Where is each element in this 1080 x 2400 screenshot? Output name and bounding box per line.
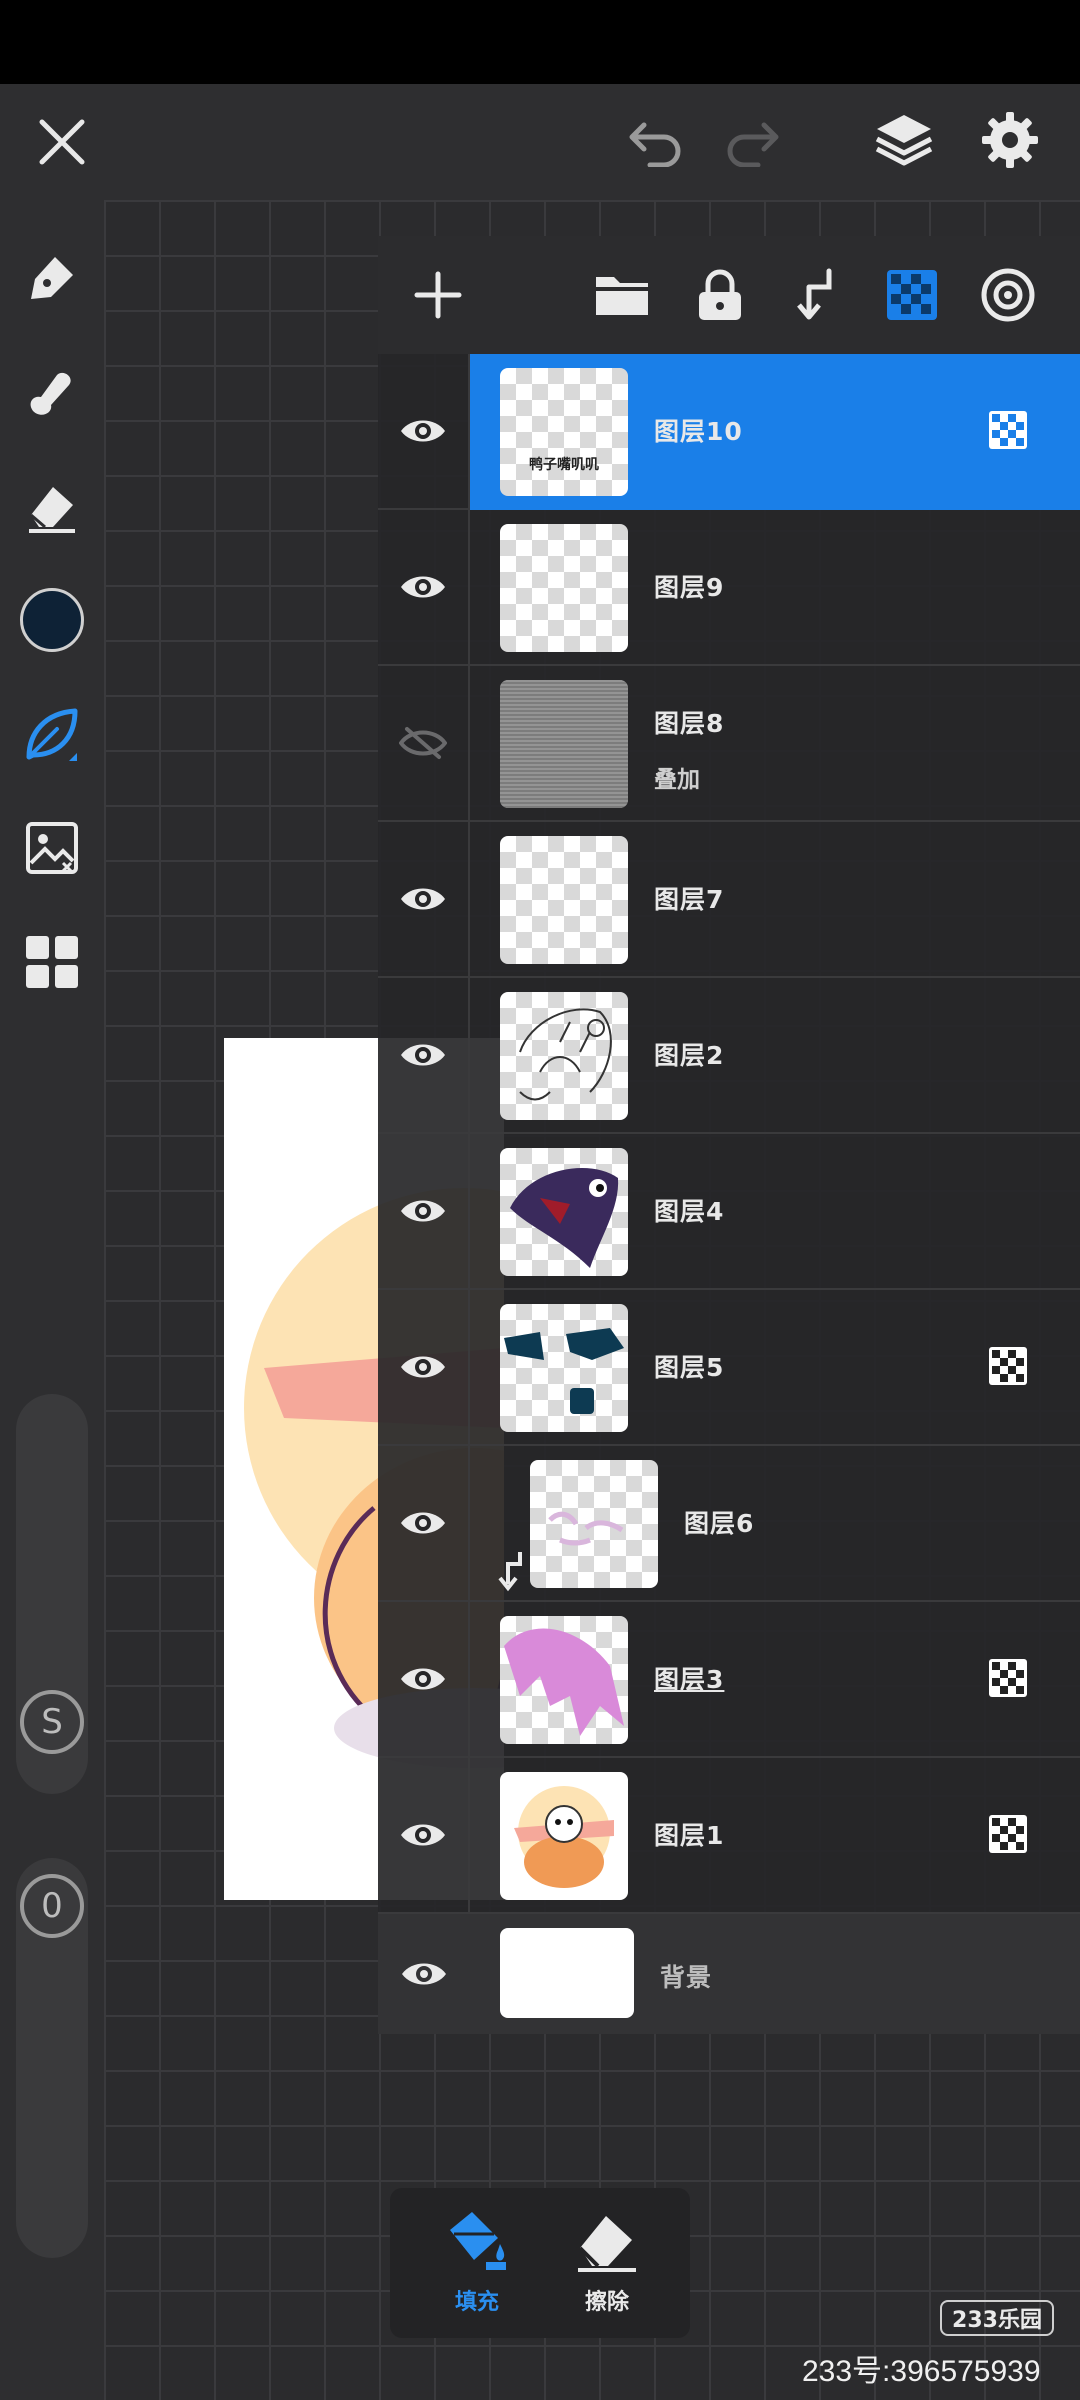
eraser-icon[interactable] — [12, 466, 92, 546]
layer-name: 图层9 — [654, 573, 725, 602]
layer-thumbnail: 鸭子嘴叽叽 — [500, 368, 628, 496]
layer-thumbnail — [530, 1460, 658, 1588]
visibility-toggle[interactable] — [378, 1914, 470, 2034]
layers-icon[interactable] — [864, 100, 944, 180]
status-bar — [0, 0, 1080, 84]
layer-thumbnail — [500, 992, 628, 1120]
layer-thumbnail — [500, 1772, 628, 1900]
alpha-lock-icon[interactable] — [872, 255, 952, 335]
eye-icon — [401, 1356, 445, 1378]
eye-icon — [401, 888, 445, 910]
erase-label: 擦除 — [584, 2290, 629, 2315]
fill-tool[interactable]: 填充 — [412, 2204, 542, 2324]
layer-name: 背景 — [660, 1963, 713, 1992]
alpha-lock-icon[interactable] — [988, 1814, 1028, 1854]
mask-icon[interactable] — [968, 255, 1048, 335]
smudge-icon[interactable] — [12, 352, 92, 432]
layer-name: 图层5 — [654, 1353, 725, 1382]
grid-menu-icon[interactable] — [12, 922, 92, 1002]
visibility-toggle[interactable] — [378, 1290, 470, 1444]
visibility-toggle[interactable] — [378, 510, 470, 664]
layer-name: 图层4 — [654, 1197, 725, 1226]
layers-panel: 鸭子嘴叽叽 图层10 图层9 图层8 叠加 图层7 图层2 图层4 图层5 图层… — [378, 236, 1080, 2034]
layer-row[interactable]: 鸭子嘴叽叽 图层10 — [378, 354, 1080, 510]
layer-row[interactable]: 图层3 — [378, 1602, 1080, 1758]
brush-size-slider[interactable]: S — [16, 1394, 88, 1794]
layer-name: 图层3 — [654, 1665, 725, 1694]
layer-row[interactable]: 图层5 — [378, 1290, 1080, 1446]
blend-mode-label: 叠加 — [654, 767, 700, 793]
alpha-lock-icon[interactable] — [988, 1658, 1028, 1698]
redo-icon[interactable] — [712, 102, 792, 182]
color-swatch[interactable] — [12, 580, 92, 660]
watermark-id: 233号:396575939 — [802, 2355, 1041, 2388]
eye-icon — [401, 1668, 445, 1690]
background-thumbnail — [500, 1928, 634, 2018]
layer-name: 图层8 — [654, 709, 725, 738]
layers-toolbar — [378, 236, 1080, 354]
eye-icon — [401, 420, 445, 442]
layer-name: 图层7 — [654, 885, 725, 914]
visibility-toggle[interactable] — [378, 1758, 470, 1912]
visibility-toggle[interactable] — [378, 978, 470, 1132]
layer-thumbnail — [500, 1148, 628, 1276]
visibility-toggle[interactable] — [378, 1602, 470, 1756]
layer-thumbnail — [500, 680, 628, 808]
opacity-knob[interactable]: 0 — [20, 1874, 84, 1938]
visibility-toggle[interactable] — [378, 822, 470, 976]
bottom-tool-bar: 填充 擦除 — [390, 2188, 690, 2338]
layer-row[interactable]: 图层2 — [378, 978, 1080, 1134]
layer-row[interactable]: 图层6 — [378, 1446, 1080, 1602]
clip-arrow-icon — [496, 1550, 524, 1596]
layer-row[interactable]: 图层1 — [378, 1758, 1080, 1914]
eraser-icon — [578, 2216, 636, 2272]
image-import-icon[interactable] — [12, 808, 92, 888]
visibility-toggle[interactable] — [378, 1134, 470, 1288]
eye-icon — [402, 1963, 446, 1985]
paint-bucket-icon — [450, 2212, 506, 2270]
eye-icon — [401, 576, 445, 598]
eye-icon — [401, 1512, 445, 1534]
visibility-toggle[interactable] — [378, 354, 470, 508]
brush-size-knob[interactable]: S — [20, 1690, 84, 1754]
top-toolbar — [0, 84, 1080, 200]
layer-thumbnail — [500, 524, 628, 652]
watermark-logo: 233乐园 — [940, 2300, 1054, 2336]
app: S 0 鸭子嘴叽叽 图层10 图层9 图层8 叠加 图层7 图层2 图层4 图层… — [0, 0, 1080, 2400]
visibility-toggle[interactable] — [378, 666, 470, 820]
close-icon[interactable] — [22, 102, 102, 182]
alpha-lock-icon[interactable] — [988, 1346, 1028, 1386]
eye-icon — [401, 1044, 445, 1066]
layer-row[interactable]: 图层4 — [378, 1134, 1080, 1290]
folder-icon[interactable] — [582, 255, 662, 335]
layer-name: 图层6 — [684, 1509, 755, 1538]
layer-thumbnail — [500, 1304, 628, 1432]
opacity-slider[interactable]: 0 — [16, 1858, 88, 2258]
layer-thumbnail — [500, 836, 628, 964]
gear-icon[interactable] — [970, 100, 1050, 180]
layer-thumbnail — [500, 1616, 628, 1744]
visibility-toggle[interactable] — [378, 1446, 470, 1600]
layer-row-background[interactable]: 背景 — [378, 1914, 1080, 2034]
layer-name: 图层10 — [654, 417, 743, 446]
layer-name: 图层2 — [654, 1041, 725, 1070]
layer-row[interactable]: 图层8 叠加 — [378, 666, 1080, 822]
pen-icon[interactable] — [12, 238, 92, 318]
eye-hidden-icon — [399, 727, 447, 759]
alpha-lock-icon[interactable] — [988, 410, 1028, 450]
brush-leaf-icon[interactable] — [12, 694, 92, 774]
undo-icon[interactable] — [616, 102, 696, 182]
eye-icon — [401, 1824, 445, 1846]
layer-name: 图层1 — [654, 1821, 725, 1850]
lock-icon[interactable] — [680, 255, 760, 335]
erase-tool[interactable]: 擦除 — [542, 2204, 672, 2324]
layer-row[interactable]: 图层9 — [378, 510, 1080, 666]
left-tool-rail: S 0 — [0, 200, 104, 2400]
thumbnail-text: 鸭子嘴叽叽 — [529, 457, 599, 473]
clip-icon[interactable] — [776, 255, 856, 335]
layer-row[interactable]: 图层7 — [378, 822, 1080, 978]
fill-label: 填充 — [454, 2290, 499, 2315]
eye-icon — [401, 1200, 445, 1222]
add-layer-icon[interactable] — [398, 255, 478, 335]
